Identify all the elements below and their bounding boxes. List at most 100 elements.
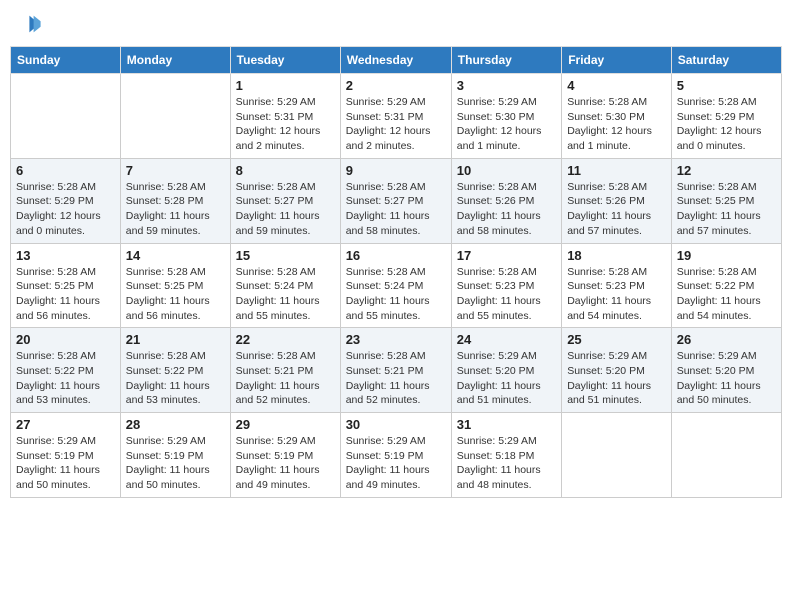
calendar-table: SundayMondayTuesdayWednesdayThursdayFrid…	[10, 46, 782, 498]
day-info: Sunrise: 5:28 AMSunset: 5:26 PMDaylight:…	[457, 180, 556, 239]
calendar-cell: 18Sunrise: 5:28 AMSunset: 5:23 PMDayligh…	[562, 243, 672, 328]
day-number: 25	[567, 332, 666, 347]
day-info: Sunrise: 5:28 AMSunset: 5:23 PMDaylight:…	[457, 265, 556, 324]
day-number: 21	[126, 332, 225, 347]
day-number: 14	[126, 248, 225, 263]
day-of-week-header: Wednesday	[340, 47, 451, 74]
day-number: 2	[346, 78, 446, 93]
calendar-cell	[120, 74, 230, 159]
day-info: Sunrise: 5:28 AMSunset: 5:25 PMDaylight:…	[16, 265, 115, 324]
day-number: 24	[457, 332, 556, 347]
calendar-cell: 3 Sunrise: 5:29 AMSunset: 5:30 PMDaylight…	[451, 74, 561, 159]
calendar-cell: 21 Sunrise: 5:28 AMSunset: 5:22 PMDayligh…	[120, 328, 230, 413]
day-info: Sunrise: 5:28 AMSunset: 5:28 PMDaylight:…	[126, 180, 225, 239]
calendar-cell: 31 Sunrise: 5:29 AMSunset: 5:18 PMDayligh…	[451, 413, 561, 498]
day-number: 1	[236, 78, 335, 93]
calendar-cell: 4 Sunrise: 5:28 AMSunset: 5:30 PMDaylight…	[562, 74, 672, 159]
day-number: 29	[236, 417, 335, 432]
calendar-cell: 23 Sunrise: 5:28 AMSunset: 5:21 PMDayligh…	[340, 328, 451, 413]
day-number: 18	[567, 248, 666, 263]
day-info: Sunrise: 5:28 AMSunset: 5:27 PMDaylight:…	[236, 180, 335, 239]
calendar-cell: 30 Sunrise: 5:29 AMSunset: 5:19 PMDayligh…	[340, 413, 451, 498]
calendar-cell: 14 Sunrise: 5:28 AMSunset: 5:25 PMDayligh…	[120, 243, 230, 328]
day-number: 28	[126, 417, 225, 432]
calendar-cell: 1 Sunrise: 5:29 AMSunset: 5:31 PMDaylight…	[230, 74, 340, 159]
day-info: Sunrise: 5:28 AMSunset: 5:22 PMDaylight:…	[16, 349, 115, 408]
logo-icon	[14, 10, 42, 38]
day-number: 5	[677, 78, 776, 93]
day-number: 30	[346, 417, 446, 432]
day-info: Sunrise: 5:29 AMSunset: 5:19 PMDaylight:…	[346, 434, 446, 493]
day-number: 3	[457, 78, 556, 93]
day-info: Sunrise: 5:28 AMSunset: 5:25 PMDaylight:…	[677, 180, 776, 239]
calendar-cell: 17 Sunrise: 5:28 AMSunset: 5:23 PMDayligh…	[451, 243, 561, 328]
day-info: Sunrise: 5:29 AMSunset: 5:30 PMDaylight:…	[457, 95, 556, 154]
calendar-week-row: 27 Sunrise: 5:29 AMSunset: 5:19 PMDayligh…	[11, 413, 782, 498]
day-number: 22	[236, 332, 335, 347]
day-info: Sunrise: 5:28 AMSunset: 5:25 PMDaylight:…	[126, 265, 225, 324]
calendar-cell: 15 Sunrise: 5:28 AMSunset: 5:24 PMDayligh…	[230, 243, 340, 328]
calendar-cell: 11 Sunrise: 5:28 AMSunset: 5:26 PMDayligh…	[562, 158, 672, 243]
day-info: Sunrise: 5:29 AMSunset: 5:18 PMDaylight:…	[457, 434, 556, 493]
day-number: 7	[126, 163, 225, 178]
calendar-cell: 2 Sunrise: 5:29 AMSunset: 5:31 PMDaylight…	[340, 74, 451, 159]
day-info: Sunrise: 5:29 AMSunset: 5:19 PMDaylight:…	[16, 434, 115, 493]
calendar-cell: 8Sunrise: 5:28 AMSunset: 5:27 PMDaylight…	[230, 158, 340, 243]
calendar-cell	[562, 413, 672, 498]
day-number: 4	[567, 78, 666, 93]
calendar-cell: 20 Sunrise: 5:28 AMSunset: 5:22 PMDayligh…	[11, 328, 121, 413]
day-info: Sunrise: 5:29 AMSunset: 5:31 PMDaylight:…	[346, 95, 446, 154]
day-info: Sunrise: 5:28 AMSunset: 5:26 PMDaylight:…	[567, 180, 666, 239]
day-number: 13	[16, 248, 115, 263]
logo	[14, 10, 46, 38]
day-info: Sunrise: 5:28 AMSunset: 5:24 PMDaylight:…	[236, 265, 335, 324]
calendar-cell: 26 Sunrise: 5:29 AMSunset: 5:20 PMDayligh…	[671, 328, 781, 413]
day-number: 17	[457, 248, 556, 263]
calendar-cell: 12Sunrise: 5:28 AMSunset: 5:25 PMDayligh…	[671, 158, 781, 243]
calendar-cell: 25 Sunrise: 5:29 AMSunset: 5:20 PMDayligh…	[562, 328, 672, 413]
day-number: 31	[457, 417, 556, 432]
day-info: Sunrise: 5:28 AMSunset: 5:22 PMDaylight:…	[677, 265, 776, 324]
day-info: Sunrise: 5:29 AMSunset: 5:19 PMDaylight:…	[236, 434, 335, 493]
day-info: Sunrise: 5:28 AMSunset: 5:21 PMDaylight:…	[346, 349, 446, 408]
day-of-week-header: Sunday	[11, 47, 121, 74]
day-number: 20	[16, 332, 115, 347]
day-info: Sunrise: 5:29 AMSunset: 5:31 PMDaylight:…	[236, 95, 335, 154]
day-number: 27	[16, 417, 115, 432]
day-number: 9	[346, 163, 446, 178]
day-info: Sunrise: 5:28 AMSunset: 5:29 PMDaylight:…	[16, 180, 115, 239]
calendar-cell: 13 Sunrise: 5:28 AMSunset: 5:25 PMDayligh…	[11, 243, 121, 328]
calendar-cell: 9 Sunrise: 5:28 AMSunset: 5:27 PMDaylight…	[340, 158, 451, 243]
calendar-cell: 7 Sunrise: 5:28 AMSunset: 5:28 PMDaylight…	[120, 158, 230, 243]
day-number: 23	[346, 332, 446, 347]
calendar-week-row: 13 Sunrise: 5:28 AMSunset: 5:25 PMDayligh…	[11, 243, 782, 328]
calendar-cell: 28 Sunrise: 5:29 AMSunset: 5:19 PMDayligh…	[120, 413, 230, 498]
day-number: 6	[16, 163, 115, 178]
calendar-cell: 22 Sunrise: 5:28 AMSunset: 5:21 PMDayligh…	[230, 328, 340, 413]
calendar-cell: 27 Sunrise: 5:29 AMSunset: 5:19 PMDayligh…	[11, 413, 121, 498]
calendar-cell	[671, 413, 781, 498]
calendar-cell: 24 Sunrise: 5:29 AMSunset: 5:20 PMDayligh…	[451, 328, 561, 413]
calendar-week-row: 1 Sunrise: 5:29 AMSunset: 5:31 PMDaylight…	[11, 74, 782, 159]
day-number: 10	[457, 163, 556, 178]
day-number: 26	[677, 332, 776, 347]
calendar-header-row: SundayMondayTuesdayWednesdayThursdayFrid…	[11, 47, 782, 74]
day-info: Sunrise: 5:28 AMSunset: 5:29 PMDaylight:…	[677, 95, 776, 154]
day-info: Sunrise: 5:29 AMSunset: 5:19 PMDaylight:…	[126, 434, 225, 493]
day-info: Sunrise: 5:29 AMSunset: 5:20 PMDaylight:…	[677, 349, 776, 408]
page-header	[10, 10, 782, 38]
day-info: Sunrise: 5:28 AMSunset: 5:24 PMDaylight:…	[346, 265, 446, 324]
day-info: Sunrise: 5:29 AMSunset: 5:20 PMDaylight:…	[457, 349, 556, 408]
day-of-week-header: Thursday	[451, 47, 561, 74]
day-of-week-header: Tuesday	[230, 47, 340, 74]
day-info: Sunrise: 5:28 AMSunset: 5:27 PMDaylight:…	[346, 180, 446, 239]
calendar-week-row: 20 Sunrise: 5:28 AMSunset: 5:22 PMDayligh…	[11, 328, 782, 413]
day-info: Sunrise: 5:28 AMSunset: 5:22 PMDaylight:…	[126, 349, 225, 408]
day-number: 11	[567, 163, 666, 178]
day-info: Sunrise: 5:28 AMSunset: 5:21 PMDaylight:…	[236, 349, 335, 408]
day-number: 15	[236, 248, 335, 263]
day-info: Sunrise: 5:28 AMSunset: 5:30 PMDaylight:…	[567, 95, 666, 154]
day-info: Sunrise: 5:29 AMSunset: 5:20 PMDaylight:…	[567, 349, 666, 408]
day-number: 16	[346, 248, 446, 263]
day-of-week-header: Monday	[120, 47, 230, 74]
